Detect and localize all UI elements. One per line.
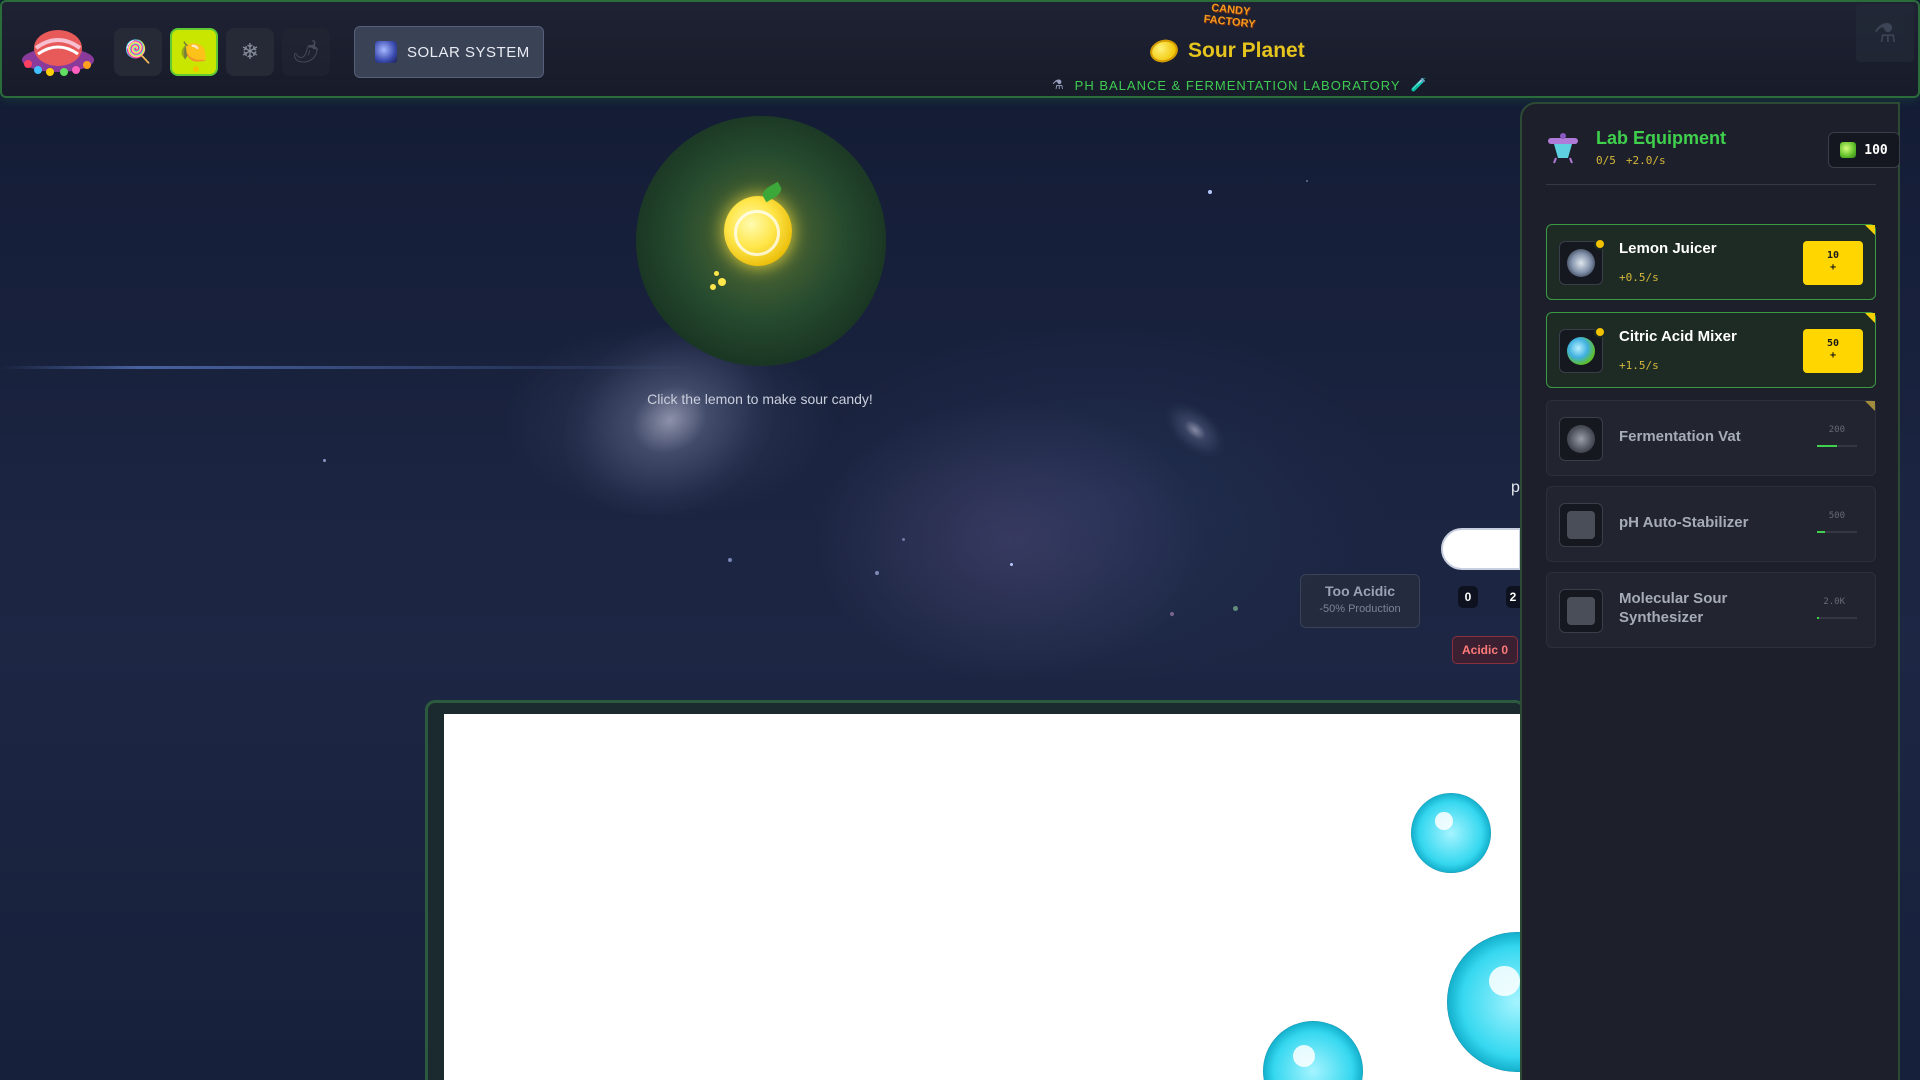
currency-value: 100 — [1864, 142, 1888, 158]
fermentation-canvas[interactable] — [444, 714, 1587, 1080]
equipment-rate: +0.5/s — [1619, 271, 1659, 284]
equipment-cost: 2.0K — [1823, 597, 1845, 607]
lab-subtitle: ⚗ PH BALANCE & FERMENTATION LABORATORY 🧪 — [1052, 76, 1428, 94]
flask-icon: ⚗ — [1052, 77, 1065, 92]
vortex-icon — [1559, 417, 1603, 461]
galaxy-decoration — [1155, 392, 1235, 468]
equipment-item-ph-auto-stabilizer[interactable]: pH Auto-Stabilizer 500 — [1546, 486, 1876, 562]
upgrade-badge — [1594, 326, 1606, 338]
star — [1233, 606, 1238, 611]
star — [1170, 612, 1174, 616]
juice-drop — [714, 271, 719, 276]
game-stage: 🍭 🍋 ❄ 🌶 SOLAR SYSTEM CANDY FACTORY Sour … — [0, 0, 1920, 1080]
unlock-progress — [1817, 531, 1857, 533]
planet-title-text: Sour Planet — [1188, 39, 1305, 62]
mixer-icon — [1559, 326, 1606, 373]
equipment-cost: 200 — [1828, 425, 1845, 435]
solar-system-label: SOLAR SYSTEM — [407, 43, 530, 61]
equipment-name: pH Auto-Stabilizer — [1619, 514, 1749, 531]
locked-equipment-icon — [1559, 503, 1603, 547]
ph-label: p — [1511, 479, 1520, 496]
juice-drop — [710, 284, 716, 290]
equipment-name: Molecular Sour Synthesizer — [1619, 590, 1728, 626]
top-bar: 🍭 🍋 ❄ 🌶 SOLAR SYSTEM CANDY FACTORY Sour … — [0, 0, 1920, 98]
juice-drop — [718, 278, 726, 286]
equipment-item-fermentation-vat[interactable]: Fermentation Vat 200 — [1546, 400, 1876, 476]
production-rate: +2.0/s — [1625, 154, 1666, 167]
equipment-name: Citric Acid Mixer — [1619, 328, 1737, 345]
equipment-item-molecular-sour-synthesizer[interactable]: Molecular Sour Synthesizer 2.0K — [1546, 572, 1876, 648]
galaxy-icon — [375, 41, 397, 63]
snowflake-icon: ❄ — [240, 39, 260, 64]
equipment-item-lemon-juicer[interactable]: Lemon Juicer +0.5/s 10 + — [1546, 224, 1876, 300]
star — [1306, 180, 1308, 182]
buy-citric-acid-mixer-button[interactable]: 50 + — [1803, 329, 1863, 373]
star — [875, 571, 879, 575]
acidic-level-badge: Acidic 0 — [1452, 636, 1518, 664]
buy-plus: + — [1829, 262, 1837, 273]
star — [1010, 563, 1013, 566]
too-acidic-zone: Too Acidic -50% Production — [1300, 574, 1420, 628]
equipment-name: Lemon Juicer — [1619, 240, 1717, 257]
lemon-clicker[interactable] — [636, 116, 886, 366]
equipment-cost: 500 — [1828, 511, 1845, 521]
fermentation-bubble[interactable] — [1411, 793, 1491, 873]
solar-system-button[interactable]: SOLAR SYSTEM — [354, 26, 544, 78]
lab-equipment-panel: Lab Equipment 0/5 +2.0/s 100 Lemon Juice… — [1520, 102, 1900, 1080]
fermentation-bubble[interactable] — [1263, 1021, 1363, 1080]
lollipop-icon: 🍭 — [124, 39, 152, 64]
ph-tick-label: 0 — [1458, 586, 1478, 608]
gear-icon — [1559, 238, 1606, 285]
unlock-progress — [1817, 445, 1857, 447]
star — [323, 459, 326, 462]
nav-spicy-planet-button[interactable]: 🌶 — [282, 28, 330, 76]
ph-slider-track[interactable] — [1441, 528, 1521, 570]
equipment-name: Fermentation Vat — [1619, 428, 1741, 445]
lab-equipment-header: Lab Equipment 0/5 +2.0/s 100 — [1546, 126, 1900, 186]
star — [728, 558, 732, 562]
equipment-rate: +1.5/s — [1619, 359, 1659, 372]
star — [1208, 190, 1212, 194]
star — [902, 538, 905, 541]
lemon-icon — [1147, 36, 1181, 66]
buy-cost: 50 — [1826, 338, 1840, 349]
candy-hat-logo[interactable] — [20, 22, 96, 76]
ph-tick-label: 2 — [1506, 586, 1520, 608]
divider — [1546, 184, 1876, 185]
unlock-progress — [1817, 617, 1857, 619]
candy-factory-logo: CANDY FACTORY — [1203, 2, 1256, 31]
test-tube-icon: 🧪 — [1410, 77, 1428, 92]
lab-subtitle-text: PH BALANCE & FERMENTATION LABORATORY — [1074, 77, 1401, 93]
too-acidic-title: Too Acidic — [1325, 583, 1395, 599]
sour-candy-icon — [1840, 142, 1857, 158]
buy-cost: 10 — [1826, 250, 1840, 261]
upgrade-badge — [1594, 238, 1606, 250]
locked-equipment-icon — [1559, 589, 1603, 633]
lab-stats: 0/5 +2.0/s — [1596, 154, 1666, 167]
nav-lollipop-button[interactable]: 🍭 — [114, 28, 162, 76]
lab-flask-icon[interactable]: ⚗ — [1856, 4, 1914, 62]
lab-equipment-title: Lab Equipment — [1596, 128, 1726, 148]
too-acidic-effect: -50% Production — [1319, 603, 1401, 615]
nav-ice-planet-button[interactable]: ❄ — [226, 28, 274, 76]
buy-plus: + — [1829, 350, 1837, 361]
equipment-item-citric-acid-mixer[interactable]: Citric Acid Mixer +1.5/s 50 + — [1546, 312, 1876, 388]
click-hint: Click the lemon to make sour candy! — [647, 391, 873, 407]
lemon-icon — [724, 196, 792, 266]
equipment-capacity: 0/5 — [1596, 154, 1616, 167]
flask-icon — [1548, 133, 1578, 164]
planet-title: Sour Planet — [1147, 36, 1305, 66]
nav-sour-planet-button[interactable]: 🍋 — [170, 28, 218, 76]
currency-counter: 100 — [1828, 132, 1900, 168]
lemon-icon: 🍋 — [180, 39, 208, 64]
buy-lemon-juicer-button[interactable]: 10 + — [1803, 241, 1863, 285]
chili-icon: 🌶 — [292, 39, 320, 64]
